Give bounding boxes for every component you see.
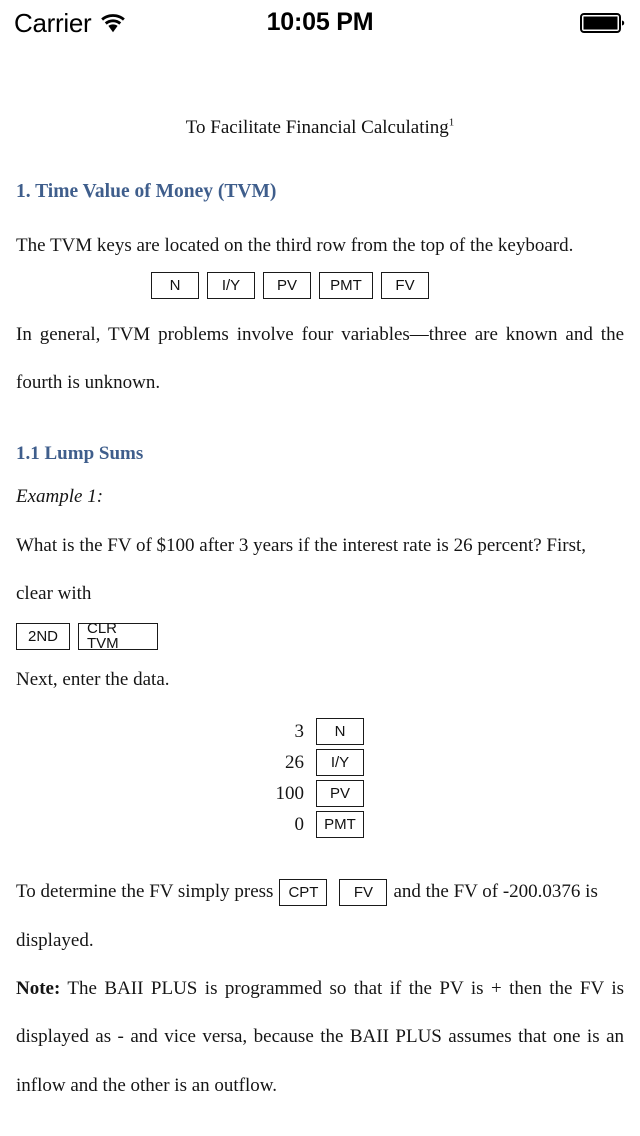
entry-value-pmt: 0	[294, 813, 305, 835]
calc-key-2nd[interactable]: 2ND	[16, 622, 70, 650]
calc-key-iy[interactable]: I/Y	[207, 271, 255, 299]
status-bar: Carrier 10:05 PM	[0, 0, 640, 45]
data-entry-table: 3 N 26 I/Y 100 PV 0 PMT	[16, 718, 624, 839]
document-title: To Facilitate Financial Calculating1	[16, 45, 624, 137]
entry-value-n: 3	[294, 720, 305, 742]
calc-key-pmt[interactable]: PMT	[316, 811, 364, 839]
status-bar-right	[580, 11, 626, 35]
calc-key-fv[interactable]: FV	[339, 878, 388, 906]
entry-value-pv: 100	[275, 782, 305, 804]
calc-key-cpt[interactable]: CPT	[279, 878, 328, 906]
battery-full-icon	[580, 11, 626, 35]
calc-key-n[interactable]: N	[151, 271, 199, 299]
calc-key-pv[interactable]: PV	[316, 780, 364, 808]
entry-value-iy: 26	[285, 751, 304, 773]
section-1-general-text: In general, TVM problems involve four va…	[16, 323, 624, 394]
status-bar-left: Carrier	[14, 10, 126, 36]
compute-prefix-text: To determine the FV simply press	[16, 881, 274, 903]
note-label: Note:	[16, 978, 61, 999]
section-1-intro-text: The TVM keys are located on the third ro…	[16, 234, 574, 256]
wifi-icon	[100, 13, 126, 33]
section-1-1-note: Note: The BAII PLUS is programmed so tha…	[16, 965, 624, 1110]
compute-suffix-text: and the FV of -200.0376 is	[393, 881, 598, 903]
calc-key-pv[interactable]: PV	[263, 271, 311, 299]
section-1-1-question: What is the FV of $100 after 3 years if …	[16, 534, 587, 605]
example-label-1-1: Example 1:	[16, 485, 104, 507]
calc-key-clr-tvm[interactable]: CLR TVM	[78, 621, 158, 651]
section-heading-1-1: 1.1 Lump Sums	[16, 442, 144, 464]
calc-key-iy[interactable]: I/Y	[316, 749, 364, 777]
clear-key-row: 2ND CLR TVM	[16, 621, 624, 651]
document-title-text: To Facilitate Financial Calculating	[185, 117, 449, 138]
table-row: 26 I/Y	[248, 749, 364, 777]
calc-key-fv[interactable]: FV	[381, 271, 429, 299]
table-row: 0 PMT	[248, 811, 364, 839]
calc-key-n[interactable]: N	[316, 718, 364, 746]
tvm-key-row: N I/Y PV PMT FV	[16, 271, 624, 299]
section-1-1-next-text: Next, enter the data.	[16, 668, 170, 690]
note-body: The BAII PLUS is programmed so that if t…	[16, 978, 624, 1096]
document-scroll-view[interactable]: To Facilitate Financial Calculating1 1. …	[0, 45, 640, 1136]
calc-key-pmt[interactable]: PMT	[319, 271, 373, 299]
section-1-1-compute-line: To determine the FV simply press CPT FV …	[16, 868, 624, 916]
table-row: 3 N	[248, 718, 364, 746]
section-heading-1: 1. Time Value of Money (TVM)	[16, 181, 277, 202]
section-1-1-compute-continued: displayed.	[16, 929, 94, 951]
table-row: 100 PV	[248, 780, 364, 808]
document-title-footnote-marker: 1	[448, 116, 455, 129]
carrier-label: Carrier	[14, 7, 92, 38]
document-content: To Facilitate Financial Calculating1 1. …	[0, 45, 640, 1136]
